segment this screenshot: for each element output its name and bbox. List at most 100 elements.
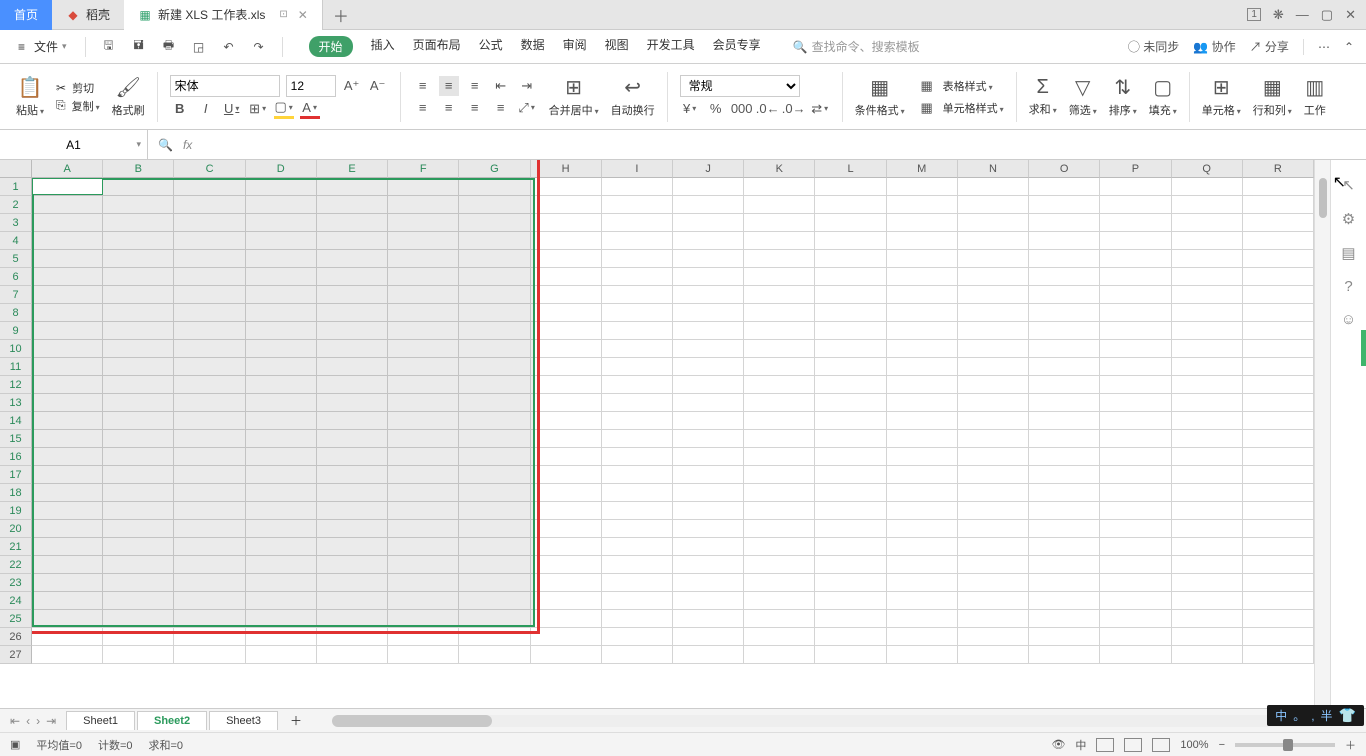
italic-button[interactable]: I xyxy=(196,99,216,119)
comma-icon[interactable]: 000 xyxy=(732,99,752,119)
redo-icon[interactable]: ↷ xyxy=(248,36,270,58)
align-top-icon[interactable]: ≡ xyxy=(413,76,433,96)
rowcol-button[interactable]: ▦行和列 xyxy=(1247,68,1298,125)
add-sheet-icon[interactable]: ＋ xyxy=(280,712,312,729)
row-header[interactable]: 26 xyxy=(0,628,32,646)
align-middle-icon[interactable]: ≡ xyxy=(439,76,459,96)
align-left-icon[interactable]: ≡ xyxy=(413,98,433,118)
skin-icon[interactable]: ❋ xyxy=(1273,7,1284,23)
side-style-icon[interactable]: ▤ xyxy=(1341,244,1355,262)
cells-area[interactable] xyxy=(32,178,1314,664)
view-page-icon[interactable] xyxy=(1124,738,1142,752)
horizontal-scrollbar[interactable] xyxy=(332,715,1314,727)
sheet-tab-2[interactable]: Sheet2 xyxy=(137,711,207,730)
preview-icon[interactable]: ◲ xyxy=(188,36,210,58)
row-header[interactable]: 7 xyxy=(0,286,32,304)
collab-button[interactable]: 👥 协作 xyxy=(1193,38,1235,55)
tab-menu-icon[interactable]: ⊡ xyxy=(279,9,287,20)
row-header[interactable]: 27 xyxy=(0,646,32,664)
worksheet-button[interactable]: ▥工作 xyxy=(1298,68,1332,125)
col-header[interactable]: G xyxy=(459,160,530,178)
currency-icon[interactable]: ¥ xyxy=(680,99,700,119)
row-header[interactable]: 3 xyxy=(0,214,32,232)
font-size-combo[interactable] xyxy=(286,75,336,97)
tab-member[interactable]: 会员专享 xyxy=(713,36,761,57)
print-icon[interactable]: 🖶 xyxy=(158,36,180,58)
cancel-fx-icon[interactable]: 🔍 xyxy=(158,138,173,152)
col-header[interactable]: A xyxy=(32,160,103,178)
col-header[interactable]: P xyxy=(1100,160,1171,178)
format-painter-button[interactable]: 🖌格式刷 xyxy=(106,68,151,125)
row-header[interactable]: 1 xyxy=(0,178,32,196)
row-header[interactable]: 5 xyxy=(0,250,32,268)
fx-icon[interactable]: fx xyxy=(183,138,192,152)
side-select-icon[interactable]: ↖ xyxy=(1342,176,1355,194)
tab-document[interactable]: ▦ 新建 XLS 工作表.xls ⊡ ✕ xyxy=(124,0,323,30)
row-header[interactable]: 13 xyxy=(0,394,32,412)
side-settings-icon[interactable]: ⚙ xyxy=(1342,210,1355,228)
saveas-icon[interactable]: 🖬 xyxy=(128,36,150,58)
decrease-font-icon[interactable]: A⁻ xyxy=(368,76,388,96)
tab-view[interactable]: 视图 xyxy=(605,36,629,57)
select-all-corner[interactable] xyxy=(0,160,32,178)
vertical-scrollbar[interactable] xyxy=(1314,160,1330,708)
row-header[interactable]: 9 xyxy=(0,322,32,340)
row-header[interactable]: 4 xyxy=(0,232,32,250)
side-assist-icon[interactable]: ☺ xyxy=(1341,311,1356,328)
col-header[interactable]: M xyxy=(887,160,958,178)
zoom-slider[interactable] xyxy=(1235,743,1335,747)
copy-label[interactable]: 复制 xyxy=(72,98,100,114)
sheet-last-icon[interactable]: ⇥ xyxy=(46,714,56,728)
col-header[interactable]: E xyxy=(317,160,388,178)
row-header[interactable]: 24 xyxy=(0,592,32,610)
row-header[interactable]: 19 xyxy=(0,502,32,520)
number-format-combo[interactable]: 常规 xyxy=(680,75,800,97)
col-header[interactable]: N xyxy=(958,160,1029,178)
row-header[interactable]: 12 xyxy=(0,376,32,394)
row-header[interactable]: 23 xyxy=(0,574,32,592)
close-window-icon[interactable]: ✕ xyxy=(1345,7,1356,23)
row-header[interactable]: 16 xyxy=(0,448,32,466)
view-break-icon[interactable] xyxy=(1152,738,1170,752)
copy-icon[interactable]: ⎘ xyxy=(56,98,66,113)
save-icon[interactable]: 🖫 xyxy=(98,36,120,58)
formula-input[interactable] xyxy=(202,130,1366,159)
percent-icon[interactable]: % xyxy=(706,99,726,119)
row-header[interactable]: 15 xyxy=(0,430,32,448)
name-box[interactable] xyxy=(0,130,148,159)
bold-button[interactable]: B xyxy=(170,99,190,119)
row-header[interactable]: 20 xyxy=(0,520,32,538)
fill-color-button[interactable]: ▢ xyxy=(274,99,294,119)
col-header[interactable]: I xyxy=(602,160,673,178)
fill-button[interactable]: ▢填充 xyxy=(1143,68,1183,125)
cut-icon[interactable]: ✂ xyxy=(56,81,66,95)
view-normal-icon[interactable] xyxy=(1096,738,1114,752)
row-header[interactable]: 17 xyxy=(0,466,32,484)
tab-start[interactable]: 开始 xyxy=(309,36,353,57)
font-color-button[interactable]: A xyxy=(300,99,320,119)
zoom-out-icon[interactable]: − xyxy=(1219,739,1225,751)
filter-button[interactable]: ▽筛选 xyxy=(1063,68,1103,125)
merge-button[interactable]: ⊞合并居中 xyxy=(543,68,605,125)
align-right-icon[interactable]: ≡ xyxy=(465,98,485,118)
row-header[interactable]: 18 xyxy=(0,484,32,502)
col-header[interactable]: O xyxy=(1029,160,1100,178)
align-bottom-icon[interactable]: ≡ xyxy=(465,76,485,96)
row-header[interactable]: 6 xyxy=(0,268,32,286)
row-header[interactable]: 10 xyxy=(0,340,32,358)
file-menu[interactable]: ≡ 文件 ▾ xyxy=(12,36,73,57)
col-header[interactable]: C xyxy=(174,160,245,178)
sync-button[interactable]: ◯ 未同步 xyxy=(1128,38,1179,55)
sort-button[interactable]: ⇅排序 xyxy=(1103,68,1143,125)
align-center-icon[interactable]: ≡ xyxy=(439,98,459,118)
cell-button[interactable]: ⊞单元格 xyxy=(1196,68,1247,125)
indent-increase-icon[interactable]: ⇥ xyxy=(517,76,537,96)
wrap-button[interactable]: ↩自动换行 xyxy=(605,68,661,125)
align-justify-icon[interactable]: ≡ xyxy=(491,98,511,118)
underline-button[interactable]: U xyxy=(222,99,242,119)
zhong-icon[interactable]: 中 xyxy=(1075,737,1086,753)
undo-icon[interactable]: ↶ xyxy=(218,36,240,58)
cond-format-button[interactable]: ▦条件格式 xyxy=(849,68,911,125)
cut-label[interactable]: 剪切 xyxy=(72,80,94,96)
side-help-icon[interactable]: ? xyxy=(1344,278,1352,295)
